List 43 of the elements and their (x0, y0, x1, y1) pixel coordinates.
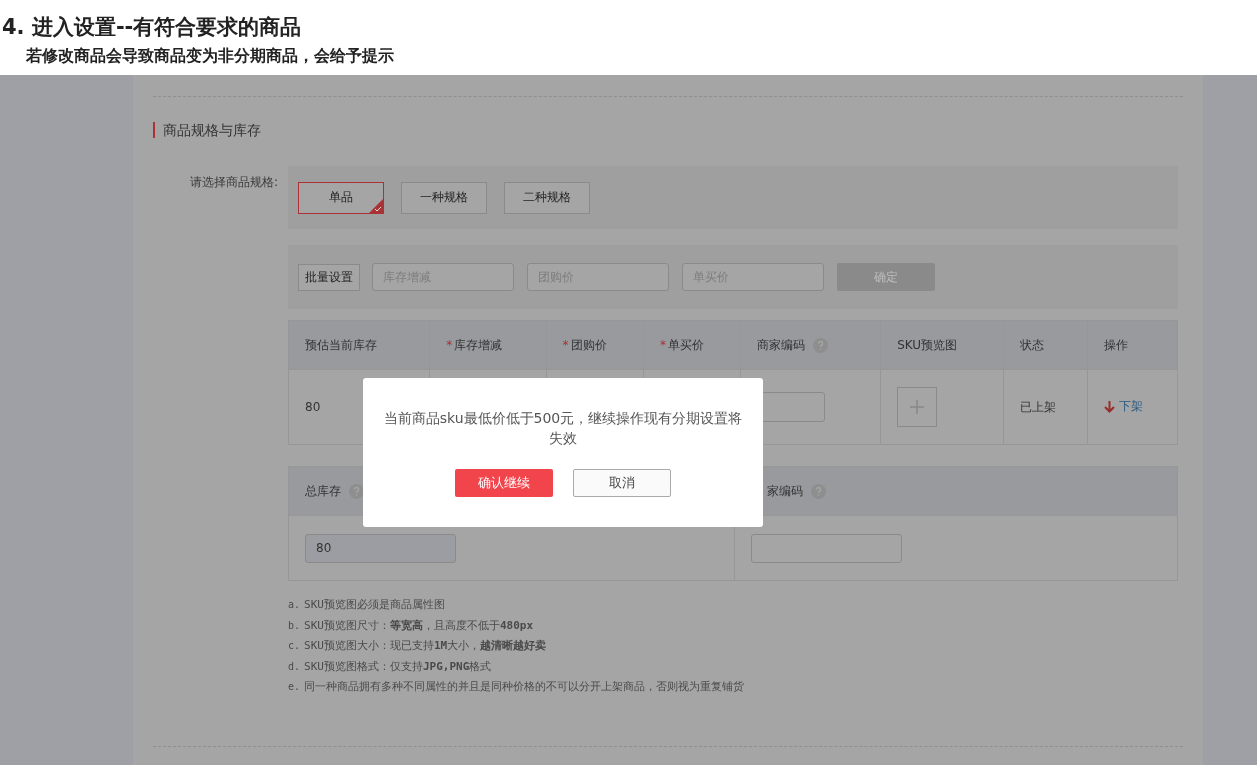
spec-option[interactable]: 单品 (298, 181, 384, 214)
check-icon (369, 198, 383, 213)
section-title: 商品规格与库存 (153, 122, 1183, 138)
field-label: 请选择商品规格: (188, 174, 279, 191)
help-icon[interactable] (349, 483, 364, 499)
column-header: 库存增减 (454, 337, 503, 352)
total-stock-field[interactable]: 80 (305, 533, 456, 563)
note-text: SKU预览图大小：现已支持1M大小，越清晰越好卖 (304, 639, 547, 652)
image-upload[interactable] (897, 387, 938, 427)
list-marker: a. (288, 599, 301, 610)
page-heading: 4. 进入设置--有符合要求的商品 (2, 14, 303, 41)
dialog-message: 当前商品sku最低价低于500元，继续操作现有分期设置将失效 (383, 409, 743, 448)
column-header: 状态 (1019, 337, 1044, 352)
list-marker: b. (288, 619, 301, 631)
column-header: 团购价 (570, 337, 607, 352)
table-cell: 80 (305, 400, 321, 414)
note-text: SKU预览图必须是商品属性图 (304, 598, 445, 611)
down-arrow-icon (1104, 400, 1116, 413)
column-header: SKU预览图 (897, 337, 958, 352)
note-text: SKU预览图尺寸：等宽高，且高度不低于480px (304, 618, 534, 632)
continue-button[interactable]: 确认继续 (455, 469, 553, 497)
required-mark: * (446, 337, 453, 352)
page-subheading: 若修改商品会导致商品变为非分期商品，会给予提示 (25, 45, 395, 67)
column-header: 商家编码 (757, 337, 806, 352)
column-header: 家编码 (767, 483, 803, 498)
note-text: SKU预览图格式：仅支持JPG,PNG格式 (304, 659, 492, 673)
spec-option[interactable]: 一种规格 (401, 181, 487, 214)
plus-icon (910, 400, 925, 414)
column-header: 单买价 (667, 337, 704, 352)
column-header: 操作 (1104, 337, 1129, 352)
note-text: 同一种商品拥有多种不同属性的并且是同种价格的不可以分开上架商品，否则视为重复铺货 (304, 680, 745, 693)
list-marker: e. (288, 681, 301, 692)
table-cell: 已上架 (1019, 399, 1056, 414)
cancel-button[interactable]: 取消 (573, 469, 671, 497)
list-marker: d. (288, 660, 301, 672)
code-input-field[interactable] (751, 533, 902, 563)
column-header: 预估当前库存 (305, 337, 377, 352)
list-marker: c. (288, 640, 301, 651)
column-header: 总库存 (305, 483, 341, 498)
batch-label: 批量设置 (298, 263, 360, 291)
required-mark: * (562, 337, 569, 352)
spec-option[interactable]: 二种规格 (504, 181, 590, 214)
required-mark: * (659, 337, 666, 352)
